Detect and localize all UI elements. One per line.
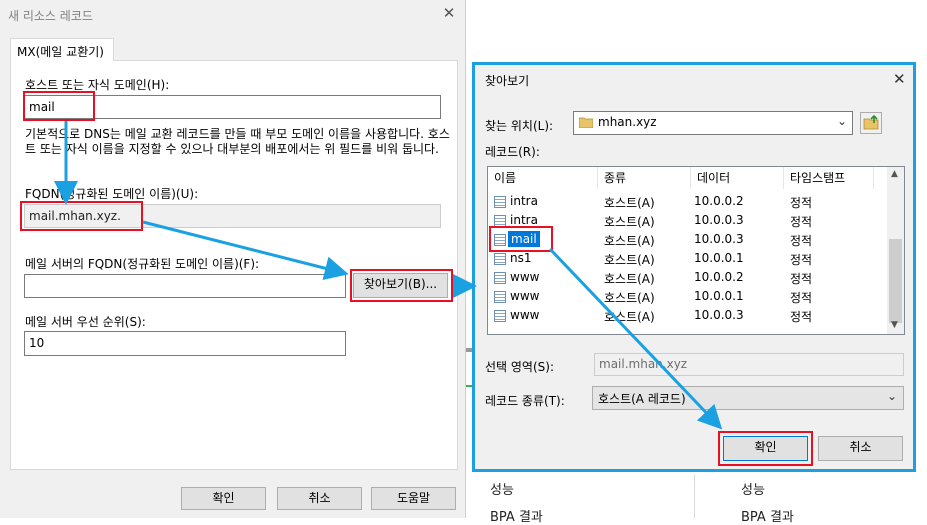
mail-server-input[interactable]: [24, 274, 346, 298]
record-type: 호스트(A): [604, 234, 655, 248]
scroll-thumb[interactable]: [889, 239, 902, 323]
record-icon: [494, 196, 506, 208]
list-item[interactable]: intra 호스트(A) 10.0.0.3 정적: [488, 211, 886, 230]
record-data: 10.0.0.3: [694, 308, 744, 322]
priority-input[interactable]: 10: [24, 331, 346, 356]
background-window: 성능 BPA 결과 성능 BPA 결과: [466, 475, 927, 525]
record-data: 10.0.0.2: [694, 270, 744, 284]
record-timestamp: 정적: [790, 196, 813, 210]
tab-mx[interactable]: MX(메일 교환기): [10, 38, 114, 61]
record-type: 호스트(A): [604, 196, 655, 210]
fqdn-label: FQDN(정규화된 도메인 이름)(U):: [25, 187, 199, 201]
background-bpa-label-2: BPA 결과: [741, 510, 794, 525]
close-icon[interactable]: ✕: [441, 5, 457, 21]
record-type-dropdown[interactable]: 호스트(A 레코드) ⌄: [592, 386, 904, 410]
browse-button[interactable]: 찾아보기(B)...: [353, 273, 448, 298]
column-header-name[interactable]: 이름: [488, 167, 598, 189]
list-item-selected[interactable]: mail 호스트(A) 10.0.0.3 정적: [488, 230, 886, 249]
cancel-button[interactable]: 취소: [277, 487, 362, 510]
up-folder-button[interactable]: [860, 112, 882, 134]
scroll-up-icon[interactable]: ▲: [891, 169, 898, 179]
chevron-down-icon: ⌄: [886, 389, 897, 403]
description-text: 기본적으로 DNS는 메일 교환 레코드를 만들 때 부모 도메인 이름을 사용…: [25, 127, 450, 156]
browse-cancel-button[interactable]: 취소: [818, 436, 903, 461]
background-perf-label-1: 성능: [490, 483, 514, 498]
record-timestamp: 정적: [790, 310, 813, 324]
record-data: 10.0.0.1: [694, 251, 744, 265]
record-type-label: 레코드 종류(T):: [485, 394, 565, 408]
record-name: ns1: [510, 251, 532, 265]
record-icon: [494, 234, 506, 246]
record-timestamp: 정적: [790, 234, 813, 248]
record-data: 10.0.0.1: [694, 289, 744, 303]
dialog-title: 새 리소스 레코드: [8, 9, 93, 23]
browse-ok-button[interactable]: 확인: [723, 436, 808, 461]
selection-field: mail.mhan.xyz: [594, 353, 904, 376]
record-name: mail: [508, 231, 540, 247]
look-in-dropdown[interactable]: mhan.xyz ⌄: [573, 111, 853, 135]
record-icon: [494, 310, 506, 322]
column-header-type[interactable]: 종류: [598, 167, 691, 189]
record-name: www: [510, 270, 540, 284]
scroll-down-icon[interactable]: ▼: [891, 320, 898, 330]
browse-dialog: 찾아보기 ✕ 찾는 위치(L): mhan.xyz ⌄ 레코드(R): 이름 종…: [472, 62, 916, 472]
background-bpa-label-1: BPA 결과: [490, 510, 543, 525]
selection-label: 선택 영역(S):: [485, 360, 554, 374]
list-item[interactable]: www 호스트(A) 10.0.0.3 정적: [488, 306, 886, 325]
background-perf-label-2: 성능: [741, 483, 765, 498]
record-icon: [494, 272, 506, 284]
new-resource-record-dialog: 새 리소스 레코드 ✕ MX(메일 교환기) 호스트 또는 자식 도메인(H):…: [0, 0, 466, 518]
fqdn-field: mail.mhan.xyz.: [24, 204, 441, 228]
priority-label: 메일 서버 우선 순위(S):: [25, 315, 146, 329]
record-list[interactable]: 이름 종류 데이터 타임스탬프 intra 호스트(A) 10.0.0.2 정적…: [487, 166, 905, 335]
record-type: 호스트(A): [604, 215, 655, 229]
record-name: www: [510, 308, 540, 322]
record-timestamp: 정적: [790, 272, 813, 286]
record-icon: [494, 253, 506, 265]
record-data: 10.0.0.2: [694, 194, 744, 208]
record-icon: [494, 291, 506, 303]
record-data: 10.0.0.3: [694, 232, 744, 246]
host-label: 호스트 또는 자식 도메인(H):: [25, 78, 170, 92]
chevron-down-icon: ⌄: [836, 114, 847, 128]
column-header-timestamp[interactable]: 타임스탬프: [784, 167, 874, 189]
host-input[interactable]: mail: [24, 95, 441, 119]
folder-icon: [578, 116, 594, 129]
record-type: 호스트(A): [604, 291, 655, 305]
browse-dialog-title: 찾아보기: [485, 74, 530, 88]
vertical-scrollbar[interactable]: ▲ ▼: [887, 167, 904, 334]
list-item[interactable]: www 호스트(A) 10.0.0.2 정적: [488, 268, 886, 287]
look-in-label: 찾는 위치(L):: [485, 119, 554, 133]
record-type: 호스트(A): [604, 253, 655, 267]
record-name: intra: [510, 194, 538, 208]
list-item[interactable]: ns1 호스트(A) 10.0.0.1 정적: [488, 249, 886, 268]
list-item[interactable]: www 호스트(A) 10.0.0.1 정적: [488, 287, 886, 306]
column-header-data[interactable]: 데이터: [691, 167, 784, 189]
help-button[interactable]: 도움말: [371, 487, 456, 510]
background-divider: [694, 475, 695, 518]
mail-server-label: 메일 서버의 FQDN(정규화된 도메인 이름)(F):: [25, 257, 260, 271]
record-timestamp: 정적: [790, 291, 813, 305]
list-item[interactable]: intra 호스트(A) 10.0.0.2 정적: [488, 192, 886, 211]
record-timestamp: 정적: [790, 215, 813, 229]
record-type: 호스트(A): [604, 310, 655, 324]
record-data: 10.0.0.3: [694, 213, 744, 227]
close-icon[interactable]: ✕: [893, 70, 906, 88]
record-type: 호스트(A): [604, 272, 655, 286]
record-icon: [494, 215, 506, 227]
folder-up-icon: [863, 114, 879, 130]
record-timestamp: 정적: [790, 253, 813, 267]
look-in-value: mhan.xyz: [598, 115, 657, 129]
records-label: 레코드(R):: [485, 145, 540, 159]
ok-button[interactable]: 확인: [181, 487, 266, 510]
record-type-value: 호스트(A 레코드): [598, 392, 686, 406]
record-name: intra: [510, 213, 538, 227]
record-name: www: [510, 289, 540, 303]
